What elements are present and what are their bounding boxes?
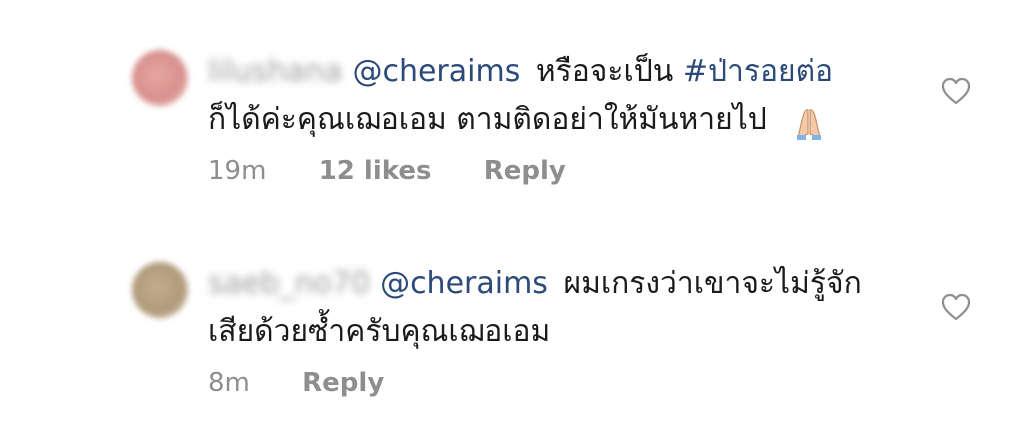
- comment-body: หรือจะเป็น: [535, 54, 674, 89]
- reply-button[interactable]: Reply: [302, 368, 384, 398]
- heart-outline-icon[interactable]: [940, 292, 972, 322]
- folded-hands-emoji: [788, 100, 830, 142]
- comment-text: saeb_no70 @cheraims ผมเกรงว่าเขาจะไม่รู้จ…: [208, 260, 888, 356]
- comment-item: saeb_no70 @cheraims ผมเกรงว่าเขาจะไม่รู้จ…: [0, 250, 1024, 410]
- username[interactable]: saeb_no70: [208, 266, 370, 301]
- timestamp: 19m: [208, 156, 267, 186]
- comment-meta: 19m 12 likes Reply: [208, 156, 610, 186]
- comment-item: lilushana @cheraims หรือจะเป็น #ป่ารอยต่อ…: [0, 40, 1024, 190]
- comment-meta: 8m Reply: [208, 368, 428, 398]
- reply-button[interactable]: Reply: [484, 156, 566, 186]
- hashtag-link[interactable]: #ป่ารอยต่อ: [683, 54, 833, 89]
- mention-link[interactable]: @cheraims: [380, 266, 548, 301]
- timestamp: 8m: [208, 368, 250, 398]
- avatar[interactable]: [132, 262, 188, 318]
- mention-link[interactable]: @cheraims: [352, 54, 520, 89]
- comment-body-continued: ก็ได้ค่ะคุณเฌอเอม ตามติดอย่าให้มันหายไป: [208, 102, 767, 137]
- username[interactable]: lilushana: [208, 54, 342, 89]
- avatar[interactable]: [132, 50, 188, 106]
- comment-text: lilushana @cheraims หรือจะเป็น #ป่ารอยต่อ…: [208, 48, 908, 144]
- heart-outline-icon[interactable]: [940, 76, 972, 106]
- likes-count[interactable]: 12 likes: [319, 156, 432, 186]
